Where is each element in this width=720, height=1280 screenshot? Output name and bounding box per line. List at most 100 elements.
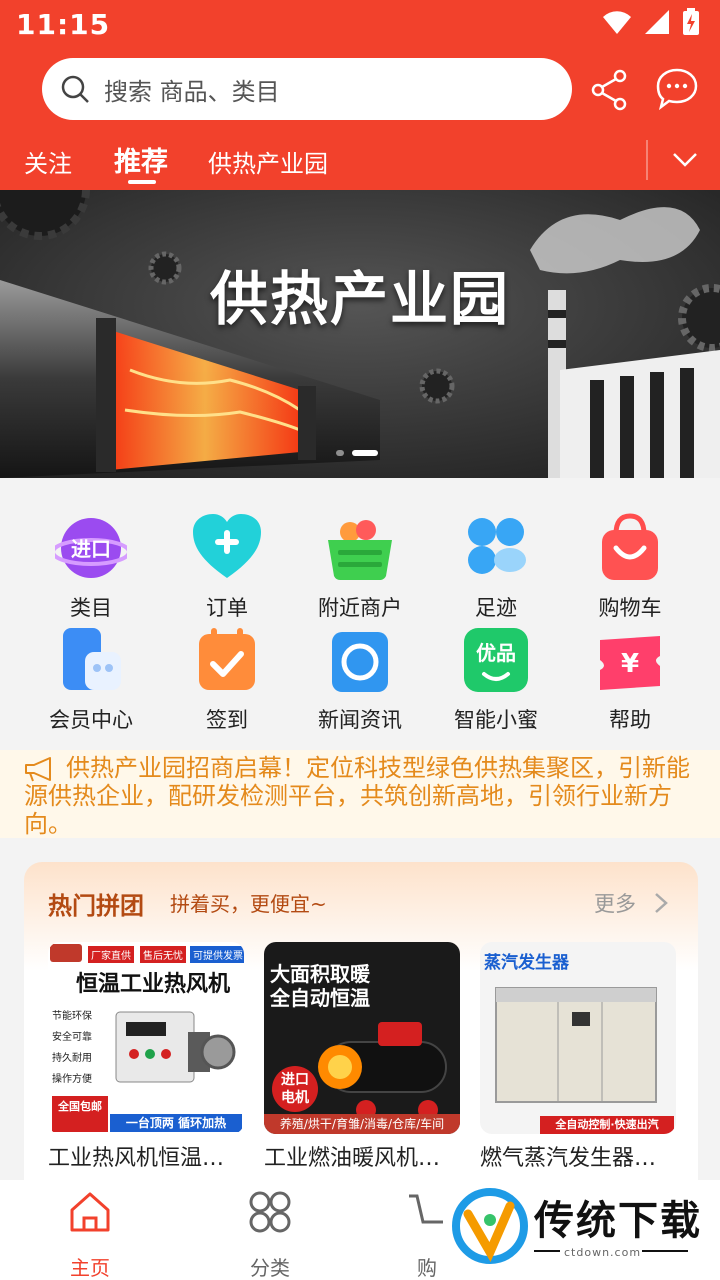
- battery-icon: [683, 8, 699, 35]
- product-tag: 厂家直供: [88, 946, 134, 963]
- nav-label: 主页: [70, 1256, 110, 1280]
- nav-home[interactable]: 主页: [45, 1190, 135, 1280]
- product-image-slogan: 一台顶两 循环加热: [110, 1114, 242, 1132]
- grid-label: 类目: [70, 596, 112, 620]
- grid-label: 附近商户: [318, 596, 402, 620]
- banner-carousel[interactable]: 供热产业园: [0, 190, 720, 478]
- product-card[interactable]: 厂家直供 售后无忧 可提供发票 恒温工业热风机 节能环保 安全可靠 持久耐用 操…: [48, 942, 244, 1172]
- status-bar: 11:15: [0, 0, 720, 50]
- grid-item-orders[interactable]: 订单: [155, 512, 299, 624]
- phone-earbuds-icon: [63, 628, 121, 690]
- product-name: 燃气蒸汽发生器…: [480, 1146, 657, 1171]
- grid-item-checkin[interactable]: 签到: [155, 626, 299, 738]
- product-image-subtitle: 全自动恒温: [270, 986, 370, 1010]
- category-icon: [249, 1191, 291, 1233]
- grid-item-news[interactable]: 新闻资讯: [288, 626, 432, 738]
- grid-label: 智能小蜜: [454, 708, 538, 732]
- wifi-icon: [603, 11, 631, 34]
- yen-ticket-icon: ¥: [600, 636, 660, 690]
- feature-item: 节能环保: [52, 1011, 92, 1022]
- feature-list: 节能环保 安全可靠 持久耐用 操作方便: [52, 1006, 92, 1090]
- product-image-slogan: 全自动控制·快速出汽: [540, 1116, 674, 1134]
- dots-grid-icon: [468, 518, 526, 574]
- tab-follow[interactable]: 关注: [24, 144, 72, 179]
- grid-label: 会员中心: [49, 708, 133, 732]
- product-image-title: 恒温工业热风机: [76, 972, 231, 997]
- import-badge-icon: 进口: [55, 518, 127, 578]
- group-buy-section: 热门拼团 拼着买，更便宜~ 更多 厂家直供 售后无忧 可提供发票 恒温工业热风机…: [24, 862, 698, 1202]
- share-icon[interactable]: [588, 68, 632, 112]
- cart-icon: [409, 1194, 443, 1224]
- product-image: 厂家直供 售后无忧 可提供发票 恒温工业热风机 节能环保 安全可靠 持久耐用 操…: [48, 942, 244, 1134]
- grid-item-nearby[interactable]: 附近商户: [288, 512, 432, 624]
- feature-item: 安全可靠: [52, 1032, 92, 1043]
- search-box[interactable]: 搜索 商品、类目: [42, 58, 572, 120]
- oil-heater-image: [318, 1022, 447, 1120]
- notice-bar[interactable]: 供热产业园招商启幕！定位科技型绿色供热集聚区，引新能源供热企业，配研发检测平台，…: [0, 750, 720, 838]
- svg-text:优品: 优品: [476, 641, 516, 665]
- banner-title: 供热产业园: [209, 265, 510, 333]
- watermark: 传统下载 ctdown.com: [446, 1182, 720, 1280]
- grid-item-footprint[interactable]: 足迹: [424, 512, 568, 624]
- feature-item: 操作方便: [52, 1074, 92, 1085]
- watermark-url: ctdown.com: [564, 1246, 642, 1259]
- grid-label: 新闻资讯: [318, 708, 402, 732]
- top-tabs: 关注 推荐 供热产业园: [0, 136, 720, 190]
- svg-text:进口: 进口: [71, 537, 111, 561]
- carousel-dot-active: [352, 450, 378, 456]
- tab-recommend[interactable]: 推荐: [114, 140, 168, 179]
- home-icon: [70, 1192, 110, 1232]
- logo-mark: [50, 944, 82, 962]
- tabs-divider: [646, 140, 648, 180]
- signal-icon: [645, 10, 669, 34]
- grid-item-cart[interactable]: 购物车: [558, 512, 702, 624]
- group-buy-title: 热门拼团: [48, 892, 144, 920]
- app-screen: 11:15 搜索 商品、类目 关注 推荐 供热产业园 供热产业园 进口 类目 订…: [0, 0, 720, 1280]
- product-image-slogan: 养殖/烘干/育雏/消毒/仓库/车间: [264, 1114, 460, 1134]
- shopping-bag-icon: [602, 513, 658, 580]
- carousel-indicator: [336, 450, 378, 456]
- watermark-line: [534, 1250, 560, 1252]
- product-card[interactable]: 大面积取暖 全自动恒温 进口 电机 养殖/烘干/育雏/消毒/仓库/车间 工业燃油…: [264, 942, 460, 1172]
- calendar-check-icon: [199, 628, 255, 690]
- watermark-logo-icon: [452, 1188, 528, 1264]
- imported-motor-badge: 进口 电机: [272, 1066, 318, 1112]
- notice-text: 供热产业园招商启幕！定位科技型绿色供热集聚区，引新能源供热企业，配研发检测平台，…: [24, 754, 690, 838]
- group-buy-more-link[interactable]: 更多: [594, 888, 636, 918]
- grid-item-help[interactable]: ¥ 帮助: [558, 626, 702, 738]
- product-image: 大面积取暖 全自动恒温 进口 电机 养殖/烘干/育雏/消毒/仓库/车间: [264, 942, 460, 1134]
- assistant-icon: 优品: [464, 628, 528, 692]
- free-shipping-badge: 全国包邮: [52, 1096, 108, 1132]
- camera-lens-icon: [332, 632, 388, 692]
- carousel-dot: [336, 450, 344, 456]
- header: 11:15 搜索 商品、类目 关注 推荐 供热产业园: [0, 0, 720, 190]
- active-tab-indicator: [128, 180, 156, 184]
- tab-heating-park[interactable]: 供热产业园: [208, 144, 328, 179]
- search-placeholder: 搜索 商品、类目: [104, 77, 280, 106]
- product-image-title: 蒸汽发生器: [484, 953, 569, 973]
- group-buy-subtitle: 拼着买，更便宜~: [170, 892, 327, 916]
- product-name: 工业热风机恒温…: [48, 1146, 225, 1171]
- grid-item-assistant[interactable]: 优品 智能小蜜: [424, 626, 568, 738]
- grid-item-category[interactable]: 进口 类目: [19, 512, 163, 624]
- grid-label: 帮助: [609, 708, 651, 732]
- product-image: 蒸汽发生器 全自动控制·快速出汽: [480, 942, 676, 1134]
- grid-item-member[interactable]: 会员中心: [19, 626, 163, 738]
- product-tag: 可提供发票: [190, 946, 244, 963]
- product-tag: 售后无忧: [140, 946, 186, 963]
- product-card[interactable]: 蒸汽发生器 全自动控制·快速出汽 燃气蒸汽发生器…: [480, 942, 676, 1172]
- steam-generator-image: [495, 987, 657, 1103]
- grid-label: 订单: [206, 596, 248, 620]
- message-icon[interactable]: [654, 66, 700, 112]
- grid-label: 购物车: [598, 596, 662, 620]
- nav-category[interactable]: 分类: [225, 1190, 315, 1280]
- basket-icon: [328, 520, 392, 580]
- chevron-down-icon[interactable]: [670, 144, 700, 174]
- system-icons: [602, 8, 700, 36]
- heart-plus-icon: [193, 514, 261, 578]
- watermark-text: 传统下载: [534, 1198, 702, 1244]
- status-time: 11:15: [16, 8, 111, 41]
- grid-label: 足迹: [475, 596, 517, 620]
- nav-label: 分类: [250, 1256, 290, 1280]
- chevron-right-icon[interactable]: [654, 892, 668, 914]
